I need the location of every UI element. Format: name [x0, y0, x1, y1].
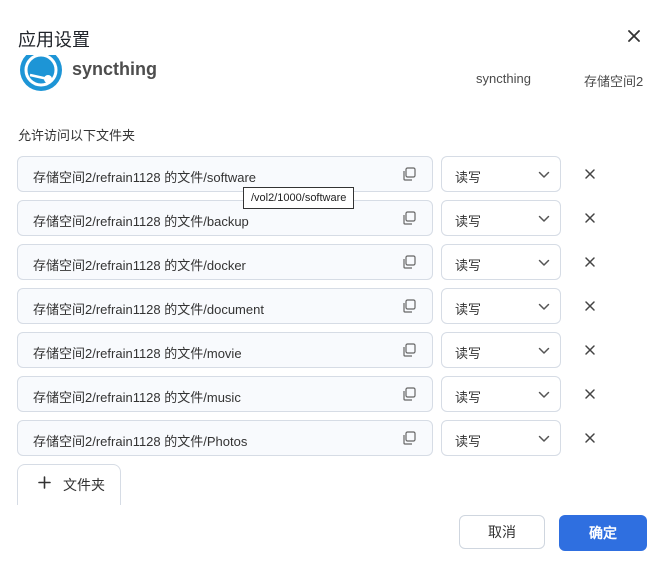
- app-user: syncthing: [476, 71, 531, 86]
- permission-value: 读写: [455, 346, 482, 361]
- remove-icon[interactable]: [584, 211, 596, 223]
- app-volume: 存储空间2: [584, 74, 644, 89]
- chevron-down-icon: [538, 300, 550, 312]
- folder-path-text: 存储空间2/refrain1128 的文件/docker: [33, 258, 246, 273]
- chevron-down-icon: [538, 212, 550, 224]
- permission-select[interactable]: 读写: [441, 332, 561, 368]
- copy-icon[interactable]: [402, 431, 416, 445]
- folder-path-text: 存储空间2/refrain1128 的文件/Photos: [33, 434, 248, 449]
- folder-path-text: 存储空间2/refrain1128 的文件/document: [33, 302, 264, 317]
- dialog-title: 应用设置: [18, 30, 90, 50]
- section-label: 允许访问以下文件夹: [18, 128, 136, 143]
- close-icon[interactable]: [624, 26, 644, 46]
- path-tooltip: /vol2/1000/software: [243, 187, 355, 209]
- app-name: syncthing: [72, 59, 158, 79]
- chevron-down-icon: [538, 168, 550, 180]
- folder-path-text: 存储空间2/refrain1128 的文件/backup: [33, 214, 249, 229]
- folder-path-field[interactable]: 存储空间2/refrain1128 的文件/software: [17, 156, 433, 192]
- permission-value: 读写: [455, 302, 482, 317]
- chevron-down-icon: [538, 432, 550, 444]
- permission-value: 读写: [455, 434, 482, 449]
- remove-icon[interactable]: [584, 431, 596, 443]
- folder-path-field[interactable]: 存储空间2/refrain1128 的文件/backup: [17, 200, 433, 236]
- copy-icon[interactable]: [402, 299, 416, 313]
- chevron-down-icon: [538, 344, 550, 356]
- permission-select[interactable]: 读写: [441, 376, 561, 412]
- app-info-row: syncthing syncthing 存储空间2: [0, 55, 666, 95]
- copy-icon[interactable]: [402, 343, 416, 357]
- add-folder-label: 文件夹: [63, 477, 105, 493]
- add-folder-button[interactable]: 文件夹: [17, 464, 121, 505]
- remove-icon[interactable]: [584, 167, 596, 179]
- chevron-down-icon: [538, 256, 550, 268]
- remove-icon[interactable]: [584, 343, 596, 355]
- chevron-down-icon: [538, 388, 550, 400]
- permission-value: 读写: [455, 390, 482, 405]
- folder-path-field[interactable]: 存储空间2/refrain1128 的文件/docker: [17, 244, 433, 280]
- remove-icon[interactable]: [584, 299, 596, 311]
- folder-path-text: 存储空间2/refrain1128 的文件/music: [33, 390, 241, 405]
- permission-select[interactable]: 读写: [441, 244, 561, 280]
- folder-path-field[interactable]: 存储空间2/refrain1128 的文件/document: [17, 288, 433, 324]
- syncthing-logo: [18, 55, 64, 93]
- copy-icon[interactable]: [402, 211, 416, 225]
- copy-icon[interactable]: [402, 255, 416, 269]
- cancel-button[interactable]: 取消: [459, 515, 545, 549]
- folder-path-text: 存储空间2/refrain1128 的文件/movie: [33, 346, 242, 361]
- copy-icon[interactable]: [402, 167, 416, 181]
- folder-path-field[interactable]: 存储空间2/refrain1128 的文件/music: [17, 376, 433, 412]
- permission-select[interactable]: 读写: [441, 420, 561, 456]
- confirm-button[interactable]: 确定: [559, 515, 647, 551]
- folder-path-field[interactable]: 存储空间2/refrain1128 的文件/movie: [17, 332, 433, 368]
- permission-select[interactable]: 读写: [441, 156, 561, 192]
- permission-value: 读写: [455, 258, 482, 273]
- folder-path-text: 存储空间2/refrain1128 的文件/software: [33, 170, 256, 185]
- remove-icon[interactable]: [584, 387, 596, 399]
- permission-value: 读写: [455, 214, 482, 229]
- copy-icon[interactable]: [402, 387, 416, 401]
- permission-value: 读写: [455, 170, 482, 185]
- plus-icon: [38, 476, 51, 489]
- folder-path-field[interactable]: 存储空间2/refrain1128 的文件/Photos: [17, 420, 433, 456]
- remove-icon[interactable]: [584, 255, 596, 267]
- permission-select[interactable]: 读写: [441, 288, 561, 324]
- permission-select[interactable]: 读写: [441, 200, 561, 236]
